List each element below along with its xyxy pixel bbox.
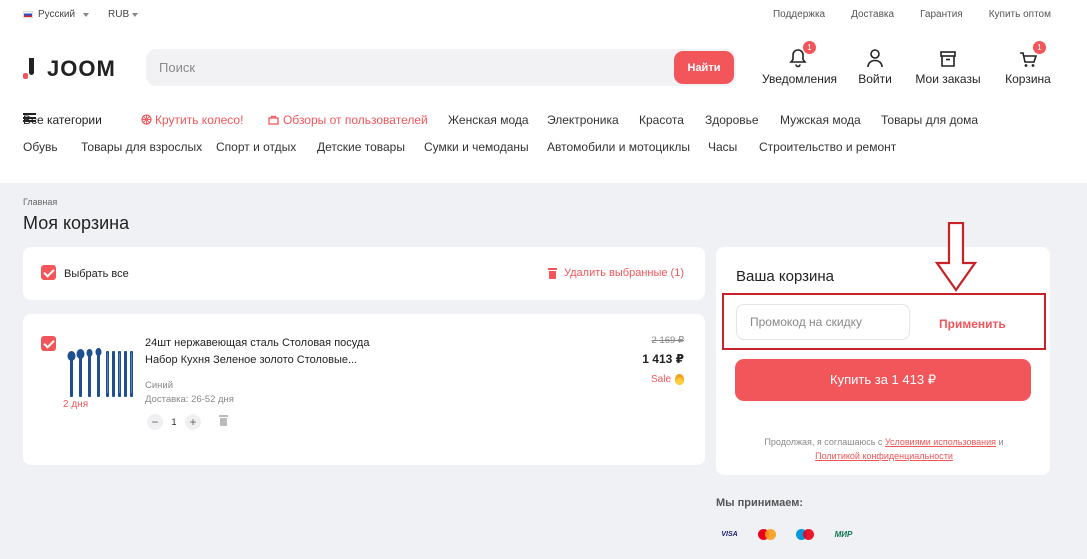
- top-links: Поддержка Доставка Гарантия Купить оптом: [747, 9, 1051, 20]
- category-mens-fashion[interactable]: Мужская мода: [780, 113, 861, 127]
- category-sport[interactable]: Спорт и отдых: [216, 140, 296, 154]
- product-attributes: Синий Доставка: 26-52 дня: [145, 379, 234, 407]
- category-auto[interactable]: Автомобили и мотоциклы: [547, 140, 690, 154]
- currency-label: RUB: [108, 9, 130, 20]
- wheel-icon: [141, 114, 152, 125]
- utility-bar: Русский RUB Поддержка Доставка Гарантия …: [0, 0, 1087, 28]
- product-name-line-2: Набор Кухня Зеленое золото Столовые...: [145, 354, 358, 366]
- all-categories-label: Все категории: [23, 113, 102, 127]
- language-label: Русский: [38, 9, 76, 20]
- product-image[interactable]: [64, 347, 138, 399]
- cart-button[interactable]: 1 Корзина: [1004, 41, 1052, 86]
- increase-quantity-button[interactable]: +: [185, 414, 201, 430]
- sale-label: Sale: [650, 374, 671, 385]
- product-name-line-1: 24шт нержавеющая сталь Столовая посуда: [145, 337, 370, 349]
- category-kids[interactable]: Детские товары: [317, 140, 405, 154]
- mir-icon: МИР: [834, 530, 853, 539]
- quantity-value: 1: [171, 417, 177, 427]
- category-bags[interactable]: Сумки и чемоданы: [424, 140, 529, 154]
- login-label: Войти: [858, 72, 892, 86]
- reviews-label: Обзоры от пользователей: [283, 113, 428, 127]
- product-delivery: Доставка: 26-52 дня: [145, 394, 234, 405]
- language-selector[interactable]: Русский: [23, 9, 90, 20]
- currency-selector[interactable]: RUB: [108, 9, 139, 20]
- notifications-badge: 1: [803, 41, 816, 54]
- privacy-link[interactable]: Политикой конфиденциальности: [815, 451, 953, 461]
- promo-highlight-box: [722, 293, 1046, 350]
- caret-down-icon: [132, 12, 139, 17]
- mastercard-icon: [754, 527, 781, 542]
- product-color: Синий: [145, 380, 174, 391]
- category-adult[interactable]: Товары для взрослых: [81, 140, 202, 154]
- breadcrumb[interactable]: Главная: [23, 197, 57, 207]
- select-all-checkbox[interactable]: [41, 265, 56, 280]
- quantity-stepper: − 1 +: [147, 414, 201, 430]
- remove-item-icon[interactable]: [219, 415, 228, 426]
- legal-and: и: [998, 437, 1004, 447]
- category-construction[interactable]: Строительство и ремонт: [759, 140, 896, 154]
- cart-item: 2 дня 24шт нержавеющая сталь Столовая по…: [23, 314, 705, 465]
- item-checkbox[interactable]: [41, 336, 56, 351]
- orders-button[interactable]: Мои заказы: [915, 46, 981, 86]
- sale-badge: Sale: [651, 374, 684, 385]
- cart-icon: [1020, 52, 1037, 67]
- buy-button[interactable]: Купить за 1 413 ₽: [735, 359, 1031, 401]
- select-all-label: Выбрать все: [64, 268, 129, 280]
- category-womens-fashion[interactable]: Женская мода: [448, 113, 529, 127]
- cart-label: Корзина: [1005, 72, 1051, 86]
- category-home-goods[interactable]: Товары для дома: [881, 113, 978, 127]
- user-icon: [867, 49, 883, 68]
- old-price: 2 169 ₽: [651, 335, 684, 346]
- caret-down-icon: [83, 12, 90, 17]
- category-shoes[interactable]: Обувь: [23, 140, 58, 154]
- payment-methods: VISA МИР: [716, 527, 857, 542]
- box-icon: [940, 51, 956, 67]
- down-arrow-annotation-icon: [935, 222, 977, 292]
- warranty-link[interactable]: Гарантия: [920, 9, 963, 20]
- notifications-label: Уведомления: [762, 72, 838, 86]
- page-title: Моя корзина: [23, 213, 130, 233]
- legal-text: Продолжая, я соглашаюсь с Условиями испо…: [736, 435, 1032, 463]
- decrease-quantity-button[interactable]: −: [147, 414, 163, 430]
- payments-title: Мы принимаем:: [716, 497, 804, 509]
- terms-link[interactable]: Условиями использования: [885, 437, 996, 447]
- flame-icon: [675, 374, 684, 385]
- header-actions: 1 Уведомления Войти Мои заказы 1 Корзина: [0, 41, 1087, 90]
- delivery-link[interactable]: Доставка: [851, 9, 894, 20]
- bag-icon: [268, 115, 279, 125]
- delete-selected-button[interactable]: Удалить выбранные (1): [547, 267, 684, 279]
- orders-label: Мои заказы: [915, 72, 981, 86]
- delete-selected-label: Удалить выбранные (1): [563, 267, 684, 279]
- select-all-panel: Выбрать все Удалить выбранные (1): [23, 247, 705, 300]
- category-watches[interactable]: Часы: [708, 140, 737, 154]
- reviews-link[interactable]: Обзоры от пользователей: [268, 113, 428, 127]
- wholesale-link[interactable]: Купить оптом: [989, 9, 1051, 20]
- cart-summary: Ваша корзина Применить Купить за 1 413 ₽…: [716, 247, 1050, 475]
- login-button[interactable]: Войти: [855, 46, 895, 86]
- visa-icon: VISA: [721, 531, 738, 538]
- delivery-days-badge: 2 дня: [63, 399, 89, 410]
- summary-title: Ваша корзина: [736, 268, 835, 285]
- spin-wheel-link[interactable]: Крутить колесо!: [141, 113, 243, 127]
- spin-wheel-label: Крутить колесо!: [155, 113, 244, 127]
- support-link[interactable]: Поддержка: [773, 9, 825, 20]
- current-price: 1 413 ₽: [642, 352, 684, 366]
- category-electronics[interactable]: Электроника: [547, 113, 619, 127]
- maestro-icon: [792, 527, 819, 542]
- category-health[interactable]: Здоровье: [705, 113, 759, 127]
- legal-prefix: Продолжая, я соглашаюсь с: [764, 437, 883, 447]
- trash-icon: [547, 267, 557, 279]
- russia-flag-icon: [23, 11, 33, 18]
- cart-badge: 1: [1033, 41, 1046, 54]
- category-beauty[interactable]: Красота: [639, 113, 684, 127]
- product-name[interactable]: 24шт нержавеющая сталь Столовая посуда Н…: [145, 335, 405, 369]
- notifications-button[interactable]: 1 Уведомления: [762, 41, 838, 86]
